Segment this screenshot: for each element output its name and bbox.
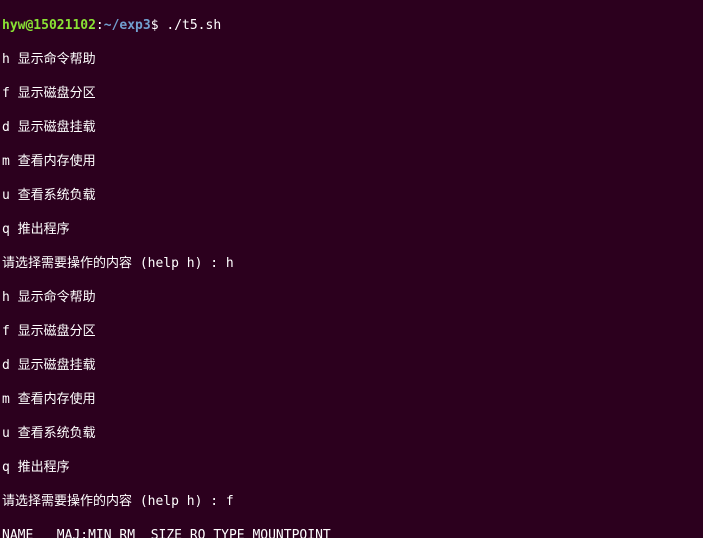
- user-input: h: [226, 256, 234, 271]
- terminal[interactable]: hyw@15021102:~/exp3$ ./t5.sh h 显示命令帮助 f …: [0, 0, 703, 538]
- ask-line: 请选择需要操作的内容 (help h) : h: [2, 255, 701, 272]
- menu-line: f 显示磁盘分区: [2, 323, 701, 340]
- menu-line: m 查看内存使用: [2, 153, 701, 170]
- menu-line: u 查看系统负载: [2, 425, 701, 442]
- user-host: hyw@15021102: [2, 18, 96, 33]
- typed-command: ./t5.sh: [166, 18, 221, 33]
- menu-line: d 显示磁盘挂载: [2, 119, 701, 136]
- menu-line: f 显示磁盘分区: [2, 85, 701, 102]
- prompt-line: hyw@15021102:~/exp3$ ./t5.sh: [2, 17, 701, 34]
- dollar: $: [151, 18, 167, 33]
- lsblk-header: NAME MAJ:MIN RM SIZE RO TYPE MOUNTPOINT: [2, 527, 701, 538]
- cwd: ~/exp3: [104, 18, 151, 33]
- menu-line: h 显示命令帮助: [2, 289, 701, 306]
- ask-line: 请选择需要操作的内容 (help h) : f: [2, 493, 701, 510]
- menu-line: u 查看系统负载: [2, 187, 701, 204]
- colon: :: [96, 18, 104, 33]
- menu-line: m 查看内存使用: [2, 391, 701, 408]
- menu-line: h 显示命令帮助: [2, 51, 701, 68]
- user-input: f: [226, 494, 234, 509]
- menu-line: q 推出程序: [2, 221, 701, 238]
- menu-line: d 显示磁盘挂载: [2, 357, 701, 374]
- menu-line: q 推出程序: [2, 459, 701, 476]
